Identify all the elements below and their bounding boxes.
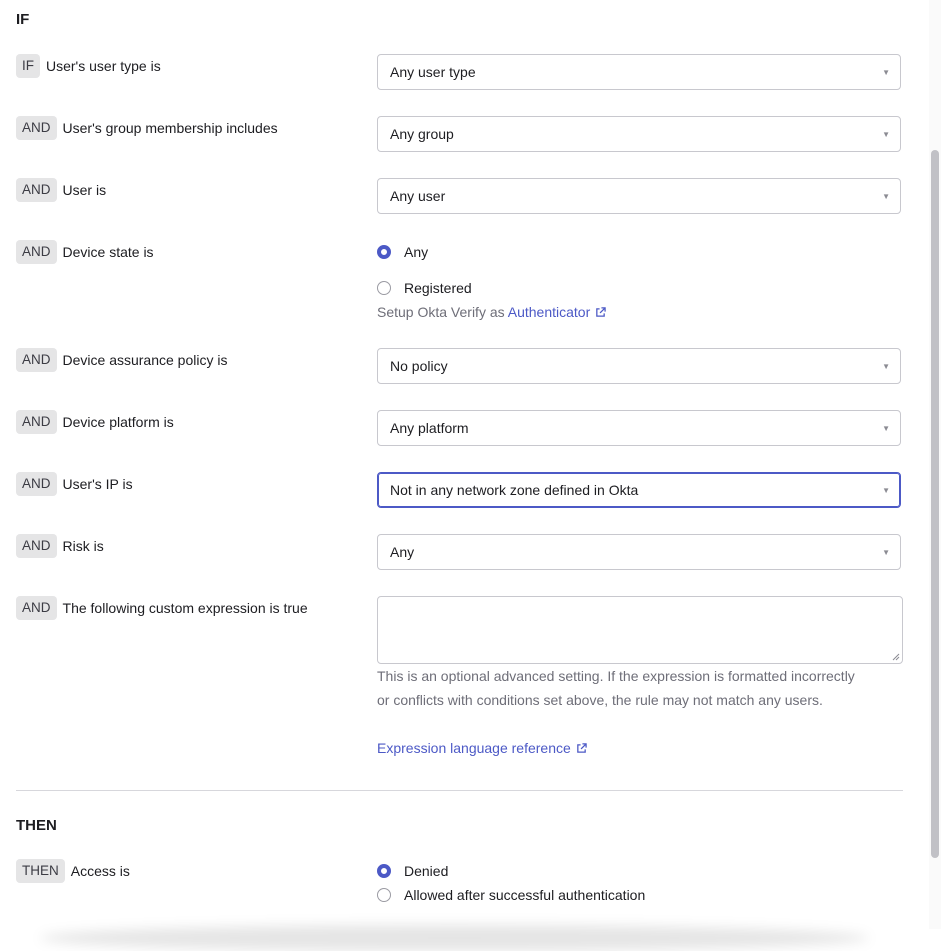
caret-down-icon: ▼ — [882, 424, 890, 433]
caret-down-icon: ▼ — [882, 68, 890, 77]
select-value: Any user type — [390, 64, 476, 80]
radio-selected-icon — [377, 245, 391, 259]
condition-chip: AND — [16, 472, 57, 496]
select-value: Any group — [390, 126, 454, 142]
condition-chip: AND — [16, 348, 57, 372]
device-platform-select[interactable]: Any platform ▼ — [377, 410, 901, 446]
select-value: Any user — [390, 188, 446, 204]
external-link-icon — [576, 743, 587, 753]
expression-reference-link[interactable]: Expression language reference — [377, 740, 587, 756]
caret-down-icon: ▼ — [882, 486, 890, 495]
then-section-title: THEN — [16, 817, 57, 834]
condition-chip: AND — [16, 596, 57, 620]
hint-text: Setup Okta Verify as — [377, 304, 505, 320]
device-assurance-select[interactable]: No policy ▼ — [377, 348, 901, 384]
condition-label: Device platform is — [62, 414, 174, 430]
radio-label: Allowed after successful authentication — [404, 887, 646, 903]
condition-chip: AND — [16, 116, 57, 140]
select-value: Any platform — [390, 420, 469, 436]
radio-selected-icon — [377, 864, 391, 878]
radio-label: Denied — [404, 863, 449, 879]
caret-down-icon: ▼ — [882, 192, 890, 201]
select-value: Not in any network zone defined in Okta — [390, 482, 639, 498]
radio-unselected-icon — [377, 888, 391, 902]
authenticator-link[interactable]: Authenticator — [508, 304, 607, 320]
condition-label: Access is — [70, 863, 130, 879]
condition-chip: AND — [16, 240, 57, 264]
expression-help-text: This is an optional advanced setting. If… — [377, 668, 855, 708]
access-denied-radio[interactable]: Denied — [377, 863, 448, 879]
condition-label: Risk is — [62, 538, 104, 554]
section-divider — [16, 790, 903, 791]
group-select[interactable]: Any group ▼ — [377, 116, 901, 152]
select-value: Any — [390, 544, 415, 560]
condition-label: Device assurance policy is — [62, 352, 228, 368]
condition-chip: AND — [16, 178, 57, 202]
access-allowed-radio[interactable]: Allowed after successful authentication — [377, 887, 645, 903]
condition-label: The following custom expression is true — [62, 600, 308, 616]
device-state-hint: Setup Okta Verify as Authenticator — [377, 300, 606, 324]
device-state-any-radio[interactable]: Any — [377, 244, 428, 260]
condition-label: User's IP is — [62, 476, 133, 492]
caret-down-icon: ▼ — [882, 362, 890, 371]
select-value: No policy — [390, 358, 448, 374]
condition-label: Device state is — [62, 244, 154, 260]
device-state-registered-radio[interactable]: Registered — [377, 280, 472, 296]
user-select[interactable]: Any user ▼ — [377, 178, 901, 214]
radio-unselected-icon — [377, 281, 391, 295]
radio-label: Registered — [404, 280, 472, 296]
condition-chip: IF — [16, 54, 40, 78]
radio-label: Any — [404, 244, 429, 260]
custom-expression-textarea[interactable] — [377, 596, 903, 664]
user-ip-select[interactable]: Not in any network zone defined in Okta … — [377, 472, 901, 508]
rule-form: IF IF User's user type is Any user type … — [0, 0, 929, 951]
expression-reference: Expression language reference — [377, 736, 587, 760]
condition-chip: AND — [16, 534, 57, 558]
resize-handle-icon[interactable] — [892, 653, 900, 661]
condition-chip: THEN — [16, 859, 65, 883]
condition-label: User is — [62, 182, 107, 198]
if-section-title: IF — [16, 11, 30, 28]
condition-label: User's group membership includes — [62, 120, 278, 136]
caret-down-icon: ▼ — [882, 548, 890, 557]
caret-down-icon: ▼ — [882, 130, 890, 139]
risk-select[interactable]: Any ▼ — [377, 534, 901, 570]
condition-label: User's user type is — [46, 58, 161, 74]
scrollbar-thumb[interactable] — [931, 150, 939, 858]
external-link-icon — [596, 307, 606, 317]
condition-chip: AND — [16, 410, 57, 434]
user-type-select[interactable]: Any user type ▼ — [377, 54, 901, 90]
